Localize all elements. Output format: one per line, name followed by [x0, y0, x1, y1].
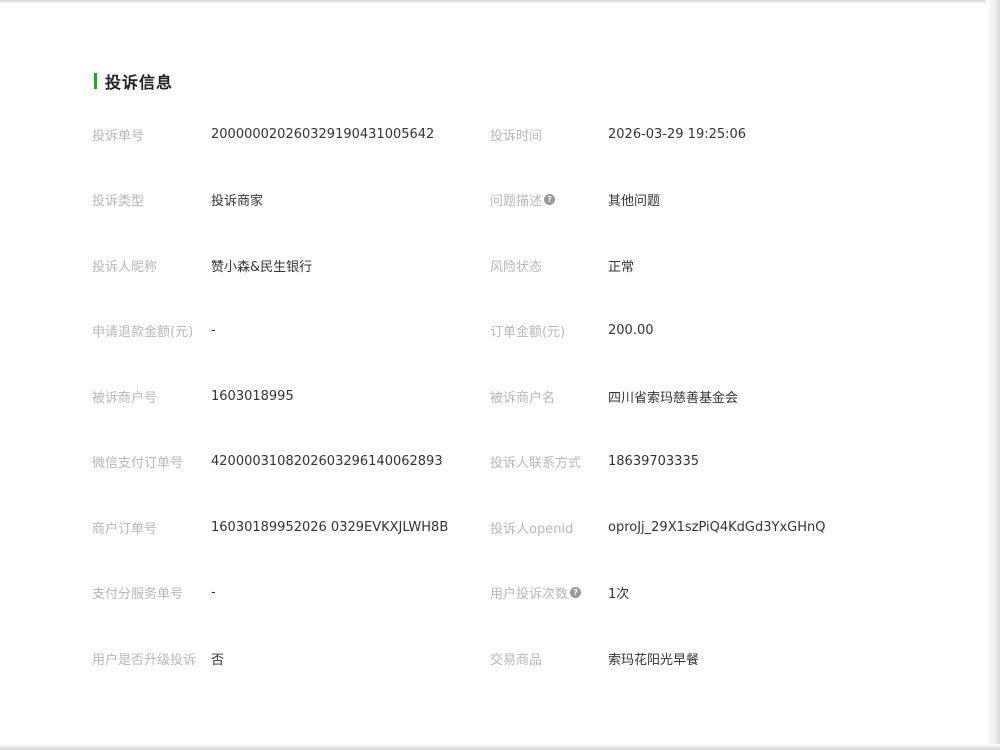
field-complaint-count: 用户投诉次数 ? 1次 [490, 580, 629, 604]
field-complainant-nickname: 投诉人昵称 赞小森&民生银行 [92, 253, 312, 277]
field-merchant-order-number: 商户订单号 16030189952026 0329EVKXJLWH8B [92, 515, 448, 539]
field-value: oproJj_29X1szPiQ4KdGd3YxGHnQ [608, 519, 826, 535]
field-order-amount: 订单金额(元) 200.00 [490, 318, 654, 342]
field-label: 投诉人联系方式 [490, 455, 582, 471]
field-complaint-type: 投诉类型 投诉商家 [92, 187, 263, 211]
field-label: 投诉类型 [92, 193, 145, 209]
field-value: 200000020260329190431005642 [211, 126, 435, 142]
field-label: 申请退款金额(元) [92, 324, 194, 340]
field-value: 其他问题 [608, 193, 661, 209]
scan-edge-top [0, 0, 1000, 4]
field-label: 商户订单号 [92, 521, 158, 537]
field-label: 用户是否升级投诉 [92, 652, 197, 668]
field-merchant-id: 被诉商户号 1603018995 [92, 384, 294, 408]
field-wechat-order-number: 微信支付订单号 4200003108202603296140062893 [92, 449, 443, 473]
field-value: 正常 [608, 259, 635, 275]
field-value: 否 [211, 652, 225, 668]
field-transaction-product: 交易商品 索玛花阳光早餐 [490, 646, 699, 670]
field-complainant-openid: 投诉人openid oproJj_29X1szPiQ4KdGd3YxGHnQ [490, 515, 825, 539]
field-value: 四川省索玛慈善基金会 [608, 390, 739, 406]
field-label: 用户投诉次数 ? [490, 583, 608, 602]
complaint-info-page: 投诉信息 投诉单号 200000020260329190431005642 投诉… [0, 0, 1000, 750]
section-accent-bar [94, 73, 97, 89]
question-circle-icon[interactable]: ? [570, 586, 582, 598]
scan-edge-right [986, 0, 1000, 750]
field-complaint-number: 投诉单号 200000020260329190431005642 [92, 122, 434, 146]
field-merchant-name: 被诉商户名 四川省索玛慈善基金会 [490, 384, 738, 408]
field-label: 投诉单号 [92, 128, 145, 144]
field-value: 200.00 [608, 322, 654, 338]
field-refund-amount: 申请退款金额(元) - [92, 318, 216, 342]
field-label: 被诉商户名 [490, 390, 556, 406]
field-label: 投诉时间 [490, 128, 543, 144]
field-value: 1603018995 [211, 388, 294, 404]
section-title: 投诉信息 [105, 73, 174, 92]
field-label: 交易商品 [490, 652, 543, 668]
field-value: 16030189952026 0329EVKXJLWH8B [211, 519, 449, 535]
question-circle-icon[interactable]: ? [544, 193, 556, 205]
field-value: - [211, 322, 216, 338]
field-value: 索玛花阳光早餐 [608, 652, 700, 668]
field-label: 风险状态 [490, 259, 543, 275]
field-escalated-complaint: 用户是否升级投诉 否 [92, 646, 224, 670]
field-value: 2026-03-29 19:25:06 [608, 126, 747, 142]
field-risk-status: 风险状态 正常 [490, 253, 634, 277]
field-label: 支付分服务单号 [92, 586, 184, 602]
field-value: - [211, 584, 216, 600]
scan-edge-bottom [0, 744, 1000, 750]
field-label: 微信支付订单号 [92, 455, 184, 471]
field-label: 投诉人昵称 [92, 259, 158, 275]
section-header: 投诉信息 [94, 70, 173, 92]
field-label: 问题描述 ? [490, 190, 608, 209]
field-complainant-contact: 投诉人联系方式 18639703335 [490, 449, 699, 473]
field-label: 投诉人openid [490, 521, 574, 537]
field-complaint-time: 投诉时间 2026-03-29 19:25:06 [490, 122, 746, 146]
field-label: 被诉商户号 [92, 390, 158, 406]
field-label-text: 用户投诉次数 [490, 586, 569, 602]
field-value: 投诉商家 [211, 193, 264, 209]
field-value: 4200003108202603296140062893 [211, 453, 443, 469]
field-label-text: 问题描述 [490, 193, 543, 209]
field-value: 18639703335 [608, 453, 699, 469]
field-payscore-service-number: 支付分服务单号 - [92, 580, 216, 604]
field-problem-description: 问题描述 ? 其他问题 [490, 187, 660, 211]
field-label: 订单金额(元) [490, 324, 566, 340]
field-value: 1次 [608, 586, 630, 602]
field-value: 赞小森&民生银行 [211, 259, 313, 275]
